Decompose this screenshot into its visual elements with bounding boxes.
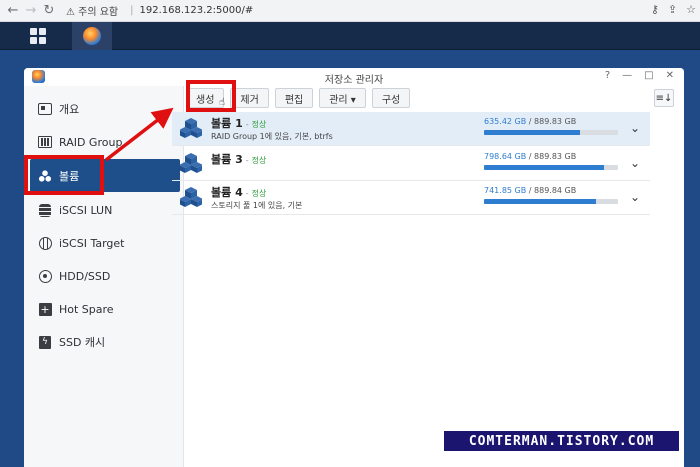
address-separator: |	[130, 5, 134, 16]
volume-cube-icon	[180, 187, 202, 207]
sidebar-item-label: iSCSI Target	[59, 236, 125, 250]
key-icon[interactable]: ⚷	[651, 3, 659, 16]
status-badge: 정상	[251, 120, 267, 129]
reload-icon[interactable]: ↻	[40, 3, 58, 18]
usage-bar	[484, 199, 618, 204]
volume-usage-text: 798.64 GB / 889.83 GB	[484, 152, 577, 161]
minimize-icon[interactable]: —	[622, 70, 632, 81]
sort-icon[interactable]: ≡↓	[654, 89, 674, 107]
usage-bar	[484, 165, 618, 170]
usage-bar-fill	[484, 165, 605, 170]
sidebar-item-label: RAID Group	[59, 135, 123, 149]
volume-name: 볼륨 4- 정상	[211, 186, 267, 199]
sidebar-item-label: iSCSI LUN	[59, 203, 113, 217]
iscsi-target-icon	[38, 236, 52, 250]
volume-row[interactable]: 볼륨 3- 정상 798.64 GB / 889.83 GB ⌄	[172, 147, 650, 181]
overview-icon	[38, 102, 52, 116]
bookmark-star-icon[interactable]: ☆	[686, 3, 696, 16]
window-controls: ? — □ ✕	[605, 70, 674, 81]
close-icon[interactable]: ✕	[666, 70, 674, 81]
volume-row[interactable]: 볼륨 1- 정상 RAID Group 1에 있음, 기본, btrfs 635.…	[172, 112, 650, 146]
usage-bar	[484, 130, 618, 135]
sidebar-item-hot-spare[interactable]: + Hot Spare	[30, 294, 180, 324]
volume-name: 볼륨 1- 정상	[211, 117, 267, 130]
sidebar-item-ssd-cache[interactable]: ϟ SSD 캐시	[30, 327, 180, 357]
hdd-ssd-icon	[38, 269, 52, 283]
sidebar-item-hdd-ssd[interactable]: HDD/SSD	[30, 261, 180, 291]
mouse-cursor-icon: ☝	[219, 97, 226, 108]
window-title: 저장소 관리자	[324, 75, 384, 86]
browser-actions: ⚷ ⇪ ☆	[651, 3, 696, 16]
volume-row[interactable]: 볼륨 4- 정상 스토리지 풀 1에 있음, 기본 741.85 GB / 889…	[172, 181, 650, 215]
status-badge: 정상	[251, 189, 267, 198]
chevron-down-icon[interactable]: ⌄	[630, 156, 640, 170]
volume-name: 볼륨 3- 정상	[211, 153, 267, 166]
forward-icon[interactable]: →	[22, 3, 40, 18]
sidebar: 개요 RAID Group 볼륨 iSCSI LUN iSCSI Target …	[24, 86, 184, 467]
sidebar-item-label: 개요	[59, 103, 80, 116]
sidebar-item-overview[interactable]: 개요	[30, 94, 180, 124]
sidebar-item-iscsi-target[interactable]: iSCSI Target	[30, 228, 180, 258]
storage-manager-taskbar-app[interactable]	[72, 22, 112, 50]
volume-usage-text: 635.42 GB / 889.83 GB	[484, 117, 577, 126]
status-badge: 정상	[251, 156, 267, 165]
storage-manager-icon	[83, 27, 101, 45]
volume-cube-icon	[180, 153, 202, 173]
share-icon[interactable]: ⇪	[668, 3, 677, 16]
configure-button[interactable]: 구성	[371, 88, 411, 108]
main-menu-icon[interactable]	[24, 24, 52, 48]
browser-toolbar: ← → ↻ ⚠ 주의 요함 | 192.168.123.2:5000/# ⚷ ⇪…	[0, 0, 700, 22]
sidebar-item-raid-group[interactable]: RAID Group	[30, 127, 180, 157]
hot-spare-icon: +	[38, 302, 52, 316]
volume-description: 스토리지 풀 1에 있음, 기본	[211, 201, 303, 210]
sidebar-item-label: SSD 캐시	[59, 336, 106, 349]
chevron-down-icon[interactable]: ⌄	[630, 121, 640, 135]
edit-button[interactable]: 편집	[274, 88, 314, 108]
ssd-cache-icon: ϟ	[38, 335, 52, 349]
security-warning[interactable]: ⚠ 주의 요함	[66, 3, 118, 18]
create-highlight-box	[186, 80, 236, 112]
volume-usage-text: 741.85 GB / 889.84 GB	[484, 186, 577, 195]
window-title-bar[interactable]: 저장소 관리자 ? — □ ✕	[24, 68, 684, 86]
address-bar[interactable]: ⚠ 주의 요함 | 192.168.123.2:5000/#	[66, 3, 253, 18]
usage-bar-fill	[484, 130, 580, 135]
remove-button[interactable]: 제거	[230, 88, 269, 108]
dsm-taskbar	[0, 22, 700, 50]
manage-dropdown-button[interactable]: 관리 ▾	[319, 88, 366, 108]
watermark: COMTERMAN.TISTORY.COM	[444, 431, 679, 451]
url-text[interactable]: 192.168.123.2:5000/#	[140, 5, 254, 16]
help-icon[interactable]: ?	[605, 70, 610, 81]
volume-description: RAID Group 1에 있음, 기본, btrfs	[211, 132, 333, 141]
back-icon[interactable]: ←	[4, 3, 22, 18]
maximize-icon[interactable]: □	[644, 70, 653, 81]
usage-bar-fill	[484, 199, 596, 204]
sidebar-item-label: Hot Spare	[59, 302, 114, 316]
sidebar-item-label: HDD/SSD	[59, 269, 111, 283]
volume-cube-icon	[180, 118, 202, 138]
iscsi-lun-icon	[38, 203, 52, 217]
sidebar-item-iscsi-lun[interactable]: iSCSI LUN	[30, 195, 180, 225]
chevron-down-icon[interactable]: ⌄	[630, 190, 640, 204]
raid-group-icon	[38, 135, 52, 149]
sidebar-highlight-box	[24, 155, 104, 195]
